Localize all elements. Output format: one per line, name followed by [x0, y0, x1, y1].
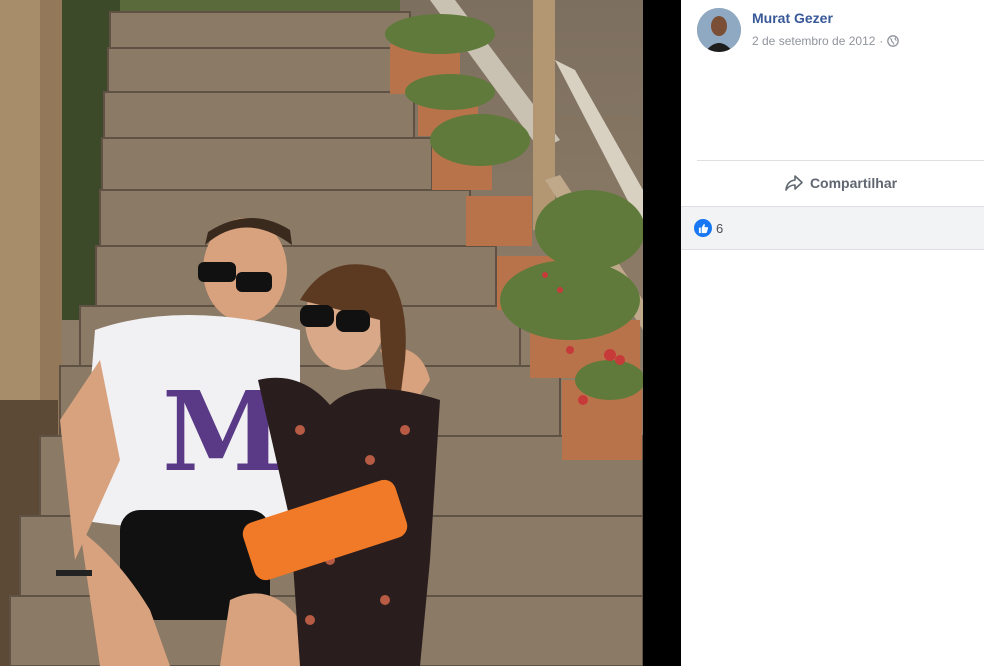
reactions-bar: 6	[681, 206, 984, 250]
meta-separator: ·	[879, 34, 884, 48]
author-avatar[interactable]	[697, 8, 741, 52]
post-side-panel: Murat Gezer 2 de setembro de 2012 · Comp…	[681, 0, 984, 666]
avatar-image	[697, 8, 741, 52]
photo-illustration: M	[0, 0, 643, 666]
share-arrow-icon	[784, 174, 804, 192]
reaction-count[interactable]: 6	[716, 221, 723, 236]
share-label: Compartilhar	[809, 175, 898, 191]
post-date[interactable]: 2 de setembro de 2012	[752, 34, 875, 48]
photo-viewer-gap	[643, 0, 681, 666]
globe-icon[interactable]	[887, 35, 900, 47]
author-name-link[interactable]: Murat Gezer	[752, 10, 833, 26]
thumbs-up-icon[interactable]	[694, 219, 712, 237]
share-button[interactable]: Compartilhar	[697, 161, 984, 205]
post-meta: 2 de setembro de 2012 ·	[752, 34, 900, 48]
post-photo[interactable]: M	[0, 0, 643, 666]
